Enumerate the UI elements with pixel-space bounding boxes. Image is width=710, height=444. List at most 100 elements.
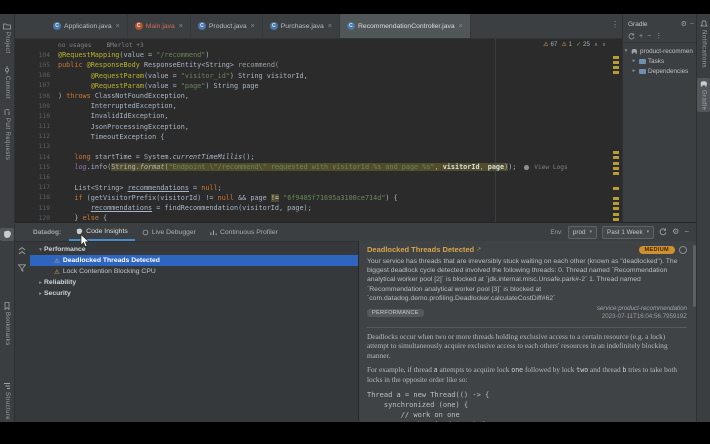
chevron-right-icon: ▸ bbox=[631, 68, 637, 74]
folder-icon bbox=[639, 59, 646, 64]
gradle-add-icon[interactable]: + bbox=[639, 33, 643, 40]
gradle-tasks-node[interactable]: ▸ Tasks bbox=[623, 56, 698, 66]
gradle-panel-title: Gradle bbox=[628, 21, 648, 28]
code-lines: no usages BMerlot +3104@RequestMapping(v… bbox=[14, 40, 610, 223]
code-line: 118 if (getVisitorPrefix(visitorId) != n… bbox=[14, 193, 610, 203]
gradle-dependencies-label: Dependencies bbox=[648, 68, 688, 75]
tree-group-label: Security bbox=[44, 290, 71, 297]
tool-button-label: Bookmarks bbox=[4, 312, 10, 346]
gradle-project-node[interactable]: ▾ product-recommen bbox=[623, 46, 698, 56]
datadog-controls: Env: prod ▾ Past 1 Week ▾ ⚙ − bbox=[550, 226, 697, 239]
dropdown-arrow-icon: ▾ bbox=[647, 229, 650, 235]
tab-purchase-java[interactable]: C Purchase.java × bbox=[263, 14, 340, 38]
folder-icon bbox=[639, 69, 646, 74]
code-line: 115 log.info(String.format("Endpoint \"/… bbox=[14, 162, 610, 172]
tree-item-label: Lock Contention Blocking CPU bbox=[63, 268, 156, 275]
gradle-elephant-icon bbox=[631, 48, 638, 55]
class-file-icon: C bbox=[198, 22, 206, 30]
tool-button-commit[interactable]: Commit bbox=[0, 66, 14, 99]
tab-close-icon[interactable]: × bbox=[251, 23, 255, 30]
tab-close-icon[interactable]: × bbox=[116, 23, 120, 30]
prev-problem-icon[interactable]: ∧ bbox=[594, 42, 598, 48]
datadog-panel-label: Datadog: bbox=[33, 229, 61, 236]
gradle-project-label: product-recommen bbox=[640, 48, 693, 55]
tab-close-icon[interactable]: × bbox=[179, 23, 183, 30]
dismiss-ring-icon[interactable] bbox=[679, 246, 687, 254]
code-vision-hint[interactable]: View Logs bbox=[531, 164, 568, 171]
tab-overflow-icon[interactable]: ⋮ bbox=[611, 20, 619, 29]
tree-group-performance[interactable]: ▾ Performance bbox=[30, 244, 358, 255]
tab-label: Main.java bbox=[146, 23, 175, 30]
line-number: 105 bbox=[14, 62, 58, 69]
tool-button-project[interactable]: Project bbox=[0, 22, 14, 53]
env-select[interactable]: prod ▾ bbox=[568, 226, 597, 239]
code-vision-hint[interactable] bbox=[92, 42, 107, 49]
divider bbox=[367, 327, 687, 328]
filter-icon[interactable] bbox=[18, 264, 26, 272]
gradle-refresh-icon[interactable] bbox=[628, 33, 635, 40]
hide-panel-icon[interactable]: − bbox=[684, 228, 689, 236]
insight-description: Your service has threads that are irreve… bbox=[367, 257, 687, 303]
passed-count: 25 bbox=[583, 41, 590, 48]
tool-button-gradle[interactable]: Gradle bbox=[697, 78, 710, 112]
tool-button-pull-requests[interactable]: Pull Requests bbox=[0, 108, 14, 160]
code-line: 108) throws ClassNotFoundException, bbox=[14, 91, 610, 101]
datadog-panel-body: ▾ Performance ⚠ Deadlocked Threads Detec… bbox=[14, 241, 697, 422]
tool-button-bookmarks[interactable]: Bookmarks bbox=[0, 302, 14, 346]
tab-label: Purchase.java bbox=[281, 23, 324, 30]
line-number: 110 bbox=[14, 113, 58, 120]
notifications-bell-icon bbox=[700, 20, 708, 28]
code-vision-hint[interactable]: BMerlot +3 bbox=[106, 42, 143, 49]
tree-group-security[interactable]: ▸ Security bbox=[30, 288, 358, 299]
env-label: Env: bbox=[550, 229, 563, 236]
tab-close-icon[interactable]: × bbox=[459, 23, 463, 30]
continuous-profiler-icon bbox=[210, 229, 217, 236]
code-line: 107 @RequestParam(value = "page") String… bbox=[14, 81, 610, 91]
gradle-elephant-icon bbox=[700, 80, 708, 88]
tool-button-notifications[interactable]: Notifications bbox=[697, 20, 710, 68]
line-number: 108 bbox=[14, 93, 58, 100]
tool-button-label: Commit bbox=[4, 76, 10, 99]
inspections-widget[interactable]: ⚠ 67 ⚠ 1 ✓ 25 ∧ ∨ bbox=[543, 41, 606, 48]
chevron-right-icon: ▸ bbox=[37, 291, 44, 297]
line-number: 104 bbox=[14, 52, 58, 59]
line-number: 120 bbox=[14, 215, 58, 222]
next-problem-icon[interactable]: ∨ bbox=[602, 42, 606, 48]
code-line: no usages BMerlot +3 bbox=[14, 40, 610, 50]
gradle-remove-icon[interactable]: − bbox=[647, 33, 651, 40]
tree-item-deadlocked-threads[interactable]: ⚠ Deadlocked Threads Detected bbox=[30, 255, 358, 266]
code-vision-hint[interactable]: no usages bbox=[58, 42, 92, 49]
tree-group-reliability[interactable]: ▸ Reliability bbox=[30, 277, 358, 288]
datadog-inlay-icon[interactable] bbox=[524, 165, 529, 170]
insight-title-link[interactable]: Deadlocked Threads Detected bbox=[367, 245, 474, 254]
tree-item-lock-contention[interactable]: ⚠ Lock Contention Blocking CPU bbox=[30, 266, 358, 277]
tab-close-icon[interactable]: × bbox=[328, 23, 332, 30]
collapse-all-icon[interactable] bbox=[18, 247, 26, 255]
tab-live-debugger[interactable]: Live Debugger bbox=[135, 223, 203, 241]
tab-main-java[interactable]: C Main.java × bbox=[128, 14, 191, 38]
refresh-icon[interactable] bbox=[659, 228, 667, 236]
tab-label: RecommendationController.java bbox=[358, 23, 455, 30]
right-tool-stripe: Notifications Gradle bbox=[696, 14, 710, 422]
tool-button-structure[interactable]: Structure bbox=[0, 382, 14, 420]
code-editor[interactable]: no usages BMerlot +3104@RequestMapping(v… bbox=[14, 39, 622, 223]
tab-continuous-profiler[interactable]: Continuous Profiler bbox=[203, 223, 285, 241]
tab-product-java[interactable]: C Product.java × bbox=[191, 14, 263, 38]
code-line: 114 long startTime = System.currentTimeM… bbox=[14, 152, 610, 162]
tab-code-insights[interactable]: Code Insights bbox=[69, 223, 135, 241]
code-line: 105public @ResponseBody ResponseEntity<S… bbox=[14, 60, 610, 70]
time-range-select[interactable]: Past 1 Week ▾ bbox=[602, 226, 654, 239]
gradle-hide-icon[interactable]: − bbox=[690, 21, 694, 28]
gradle-settings-icon[interactable]: ⚙ bbox=[681, 20, 687, 28]
settings-gear-icon[interactable]: ⚙ bbox=[672, 228, 679, 236]
gradle-dependencies-node[interactable]: ▸ Dependencies bbox=[623, 66, 698, 76]
service-tag: service:product-recommendation bbox=[597, 305, 687, 313]
tool-button-datadog[interactable] bbox=[0, 228, 14, 241]
tab-label: Live Debugger bbox=[152, 229, 196, 236]
tab-application-java[interactable]: C Application.java × bbox=[46, 14, 128, 38]
tab-recommendationcontroller-java[interactable]: C RecommendationController.java × bbox=[340, 14, 471, 38]
error-stripe[interactable] bbox=[612, 39, 621, 223]
example-code-block: Thread a = new Thread(() -> { synchroniz… bbox=[367, 390, 687, 422]
gradle-more-icon[interactable]: ⋮ bbox=[655, 32, 662, 40]
explanation-paragraph: For example, if thread a attempts to acq… bbox=[367, 365, 687, 385]
